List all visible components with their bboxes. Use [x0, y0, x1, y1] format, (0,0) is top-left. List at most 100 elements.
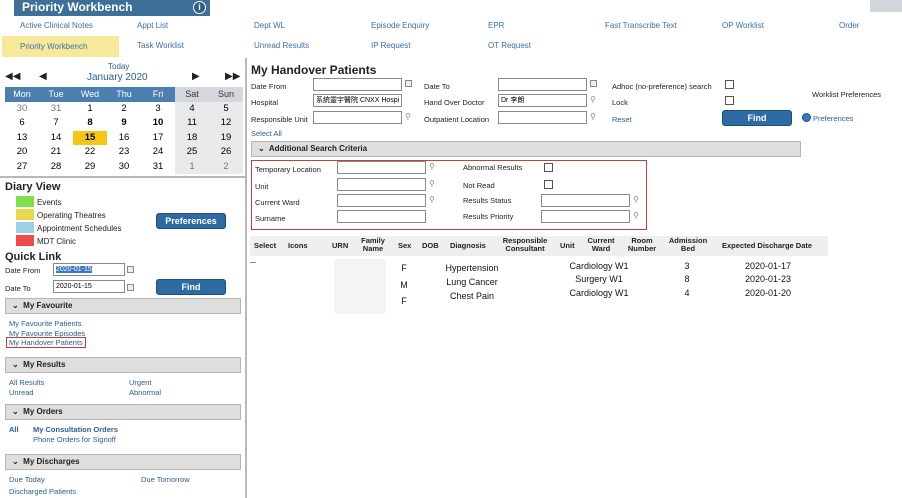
globe-icon[interactable] [802, 113, 811, 122]
calendar-day[interactable]: 6 [5, 116, 39, 131]
search-icon[interactable]: ⚲ [429, 195, 435, 204]
calendar-day[interactable]: 20 [5, 145, 39, 160]
col-icons[interactable]: Icons [288, 242, 308, 250]
adhoc-checkbox[interactable] [725, 80, 734, 89]
menu-order[interactable]: Order [839, 21, 859, 30]
calendar-day[interactable]: 26 [209, 145, 243, 160]
hospital-input[interactable]: 系統靈宇醫院 CNXX Hospi [313, 94, 402, 107]
select-all-link[interactable]: Select All [251, 129, 282, 138]
date-from-input[interactable] [313, 78, 402, 91]
calendar-day[interactable]: 28 [39, 160, 73, 175]
link-consultation-orders[interactable]: My Consultation Orders [33, 425, 118, 434]
results-header[interactable]: ⌄ My Results [5, 357, 241, 373]
calendar-day[interactable]: 25 [175, 145, 209, 160]
calendar-day[interactable]: 1 [73, 102, 107, 117]
calendar-icon[interactable] [127, 266, 134, 273]
abnormal-results-checkbox[interactable] [544, 163, 553, 172]
handover-doctor-input[interactable]: Dr 李朗 [498, 94, 587, 107]
calendar-day[interactable]: 1 [175, 159, 209, 174]
search-icon[interactable]: ⚲ [633, 195, 639, 204]
outpatient-location-input[interactable] [498, 111, 587, 124]
calendar-day[interactable]: 23 [107, 145, 141, 160]
menu-priority-workbench[interactable]: Priority Workbench [2, 36, 119, 57]
col-dob[interactable]: DOB [422, 242, 439, 250]
menu-epr[interactable]: EPR [488, 21, 504, 30]
calendar-day[interactable]: 24 [141, 145, 175, 160]
reset-link[interactable]: Reset [612, 115, 632, 124]
calendar-day[interactable]: 7 [39, 116, 73, 131]
orders-header[interactable]: ⌄ My Orders [5, 404, 241, 420]
link-all-results[interactable]: All Results [9, 378, 44, 387]
link-unread[interactable]: Unread [9, 388, 34, 397]
col-expected-discharge[interactable]: Expected Discharge Date [722, 242, 812, 250]
col-current-ward[interactable]: Current Ward [583, 237, 619, 253]
diary-preferences-button[interactable]: Preferences [156, 213, 226, 229]
calendar-day[interactable]: 10 [141, 116, 175, 131]
app-title[interactable]: Priority Workbench [14, 0, 210, 16]
calendar-day[interactable]: 18 [175, 130, 209, 145]
menu-fast-transcribe[interactable]: Fast Transcribe Text [605, 21, 677, 30]
link-abnormal[interactable]: Abnormal [129, 388, 161, 397]
prev-month-button[interactable]: ◀ [39, 71, 47, 82]
menu-op-worklist[interactable]: OP Worklist [722, 21, 764, 30]
calendar-day[interactable]: 29 [73, 160, 107, 175]
not-read-checkbox[interactable] [544, 180, 553, 189]
calendar-day[interactable]: 13 [5, 131, 39, 146]
calendar-day[interactable]: 31 [39, 102, 73, 117]
quick-date-from-input[interactable]: 2020-01-15 [53, 263, 125, 276]
menu-active-clinical-notes[interactable]: Active Clinical Notes [20, 21, 93, 30]
search-icon[interactable]: ⚲ [429, 179, 435, 188]
calendar-day[interactable]: 22 [73, 145, 107, 160]
col-sex[interactable]: Sex [398, 242, 411, 250]
calendar-day[interactable]: 2 [209, 159, 243, 174]
link-due-tomorrow[interactable]: Due Tomorrow [141, 475, 190, 484]
calendar-day[interactable]: 11 [175, 116, 209, 131]
col-responsible-consultant[interactable]: Responsible Consultant [497, 237, 553, 253]
calendar-day[interactable]: 14 [39, 131, 73, 146]
search-icon[interactable]: ⚲ [429, 162, 435, 171]
menu-unread-results[interactable]: Unread Results [254, 41, 309, 50]
calendar-day[interactable]: 12 [209, 116, 243, 131]
calendar-day[interactable]: 5 [209, 101, 243, 116]
calendar-day-selected[interactable]: 15 [73, 130, 107, 145]
search-icon[interactable]: ⚲ [590, 112, 596, 121]
col-room-number[interactable]: Room Number [624, 237, 660, 253]
menu-task-worklist[interactable]: Task Worklist [137, 41, 184, 50]
col-urn[interactable]: URN [332, 242, 348, 250]
date-to-input[interactable] [498, 78, 587, 91]
search-icon[interactable]: ⚲ [590, 95, 596, 104]
favourites-header[interactable]: ⌄ My Favourite [5, 298, 241, 314]
col-admission-bed[interactable]: Admission Bed [667, 237, 709, 253]
calendar-day[interactable]: 4 [175, 101, 209, 116]
menu-appt-list[interactable]: Appt List [137, 21, 168, 30]
col-select[interactable]: Select [254, 242, 276, 250]
next-month-button[interactable]: ▶ [192, 71, 200, 82]
calendar-day[interactable]: 27 [5, 160, 39, 175]
discharges-header[interactable]: ⌄ My Discharges [5, 454, 241, 470]
calendar-day[interactable]: 31 [141, 160, 175, 175]
calendar-icon[interactable] [590, 80, 597, 87]
calendar-day[interactable]: 30 [5, 102, 39, 117]
responsible-unit-input[interactable] [313, 111, 402, 124]
quick-find-button[interactable]: Find [156, 279, 226, 295]
info-icon[interactable]: i [193, 1, 206, 14]
search-icon[interactable]: ⚲ [405, 112, 411, 121]
surname-input[interactable] [337, 210, 426, 223]
search-icon[interactable]: ⚲ [633, 211, 639, 220]
menu-episode-enquiry[interactable]: Episode Enquiry [371, 21, 429, 30]
calendar-day[interactable]: 3 [141, 102, 175, 117]
unit-input[interactable] [337, 178, 426, 191]
calendar-day[interactable]: 17 [141, 131, 175, 146]
additional-search-header[interactable]: ⌄ Additional Search Criteria [251, 141, 801, 157]
find-button[interactable]: Find [722, 110, 792, 126]
calendar-day[interactable]: 9 [107, 116, 141, 131]
link-phone-orders[interactable]: Phone Orders for Signoff [33, 435, 116, 444]
calendar-icon[interactable] [405, 80, 412, 87]
link-due-today[interactable]: Due Today [9, 475, 45, 484]
calendar-icon[interactable] [127, 284, 134, 291]
calendar-day[interactable]: 8 [73, 116, 107, 131]
calendar-day[interactable]: 2 [107, 102, 141, 117]
link-handover-patients[interactable]: My Handover Patients [6, 337, 86, 348]
menu-dept-wl[interactable]: Dept WL [254, 21, 285, 30]
link-favourite-patients[interactable]: My Favourite Patients [9, 319, 82, 328]
